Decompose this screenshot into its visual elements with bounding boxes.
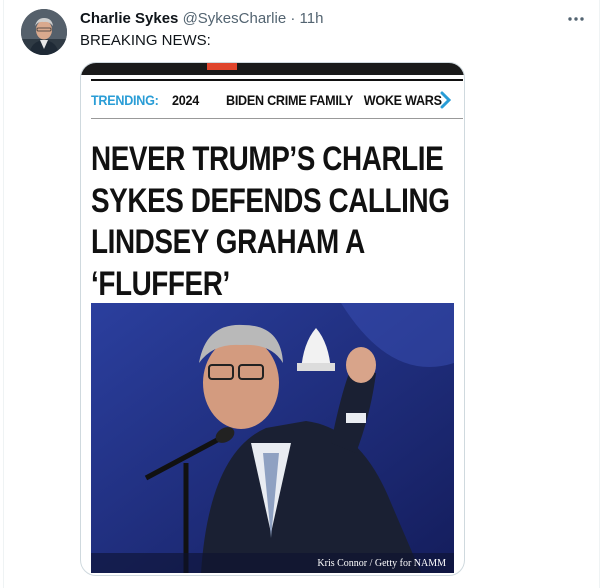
photo-illustration	[91, 303, 454, 573]
headline-line: NEVER TRUMP’S CHARLIE	[91, 140, 444, 178]
trending-item-2024: 2024	[172, 92, 199, 108]
trending-label: TRENDING:	[91, 92, 159, 108]
headline-line: LINDSEY GRAHAM A	[91, 223, 365, 261]
tweet-header: Charlie Sykes @SykesCharlie · 11h	[80, 10, 323, 28]
chevron-right-icon	[439, 90, 453, 116]
display-name[interactable]: Charlie Sykes	[80, 10, 178, 27]
article-photo: Kris Connor / Getty for NAMM	[91, 303, 454, 573]
article-headline: NEVER TRUMP’S CHARLIE SYKES DEFENDS CALL…	[91, 139, 460, 305]
site-logo	[207, 63, 237, 70]
avatar[interactable]	[21, 9, 67, 55]
divider-top	[91, 79, 463, 81]
separator-dot: ·	[290, 10, 296, 27]
photo-credit: Kris Connor / Getty for NAMM	[317, 558, 446, 569]
more-horizontal-icon[interactable]	[565, 10, 587, 28]
user-handle[interactable]: @SykesCharlie	[183, 10, 287, 27]
site-header-bar	[81, 63, 464, 75]
tweet-media-image[interactable]: TRENDING: 2024 BIDEN CRIME FAMILY WOKE W…	[80, 62, 465, 576]
divider-trending	[91, 118, 463, 119]
headline-line: SYKES DEFENDS CALLING	[91, 181, 450, 220]
avatar-photo	[21, 9, 67, 55]
timeline-border-right	[599, 0, 600, 588]
headline-line: ‘FLUFFER’	[91, 264, 230, 303]
trending-item-biden-crime-family: BIDEN CRIME FAMILY	[226, 92, 353, 108]
timestamp[interactable]: 11h	[300, 10, 324, 27]
tweet-text: BREAKING NEWS:	[80, 32, 211, 49]
trending-item-woke-wars: WOKE WARS	[363, 92, 442, 108]
timeline-border-left	[3, 0, 4, 588]
trending-bar: TRENDING: 2024 BIDEN CRIME FAMILY WOKE W…	[91, 89, 442, 111]
